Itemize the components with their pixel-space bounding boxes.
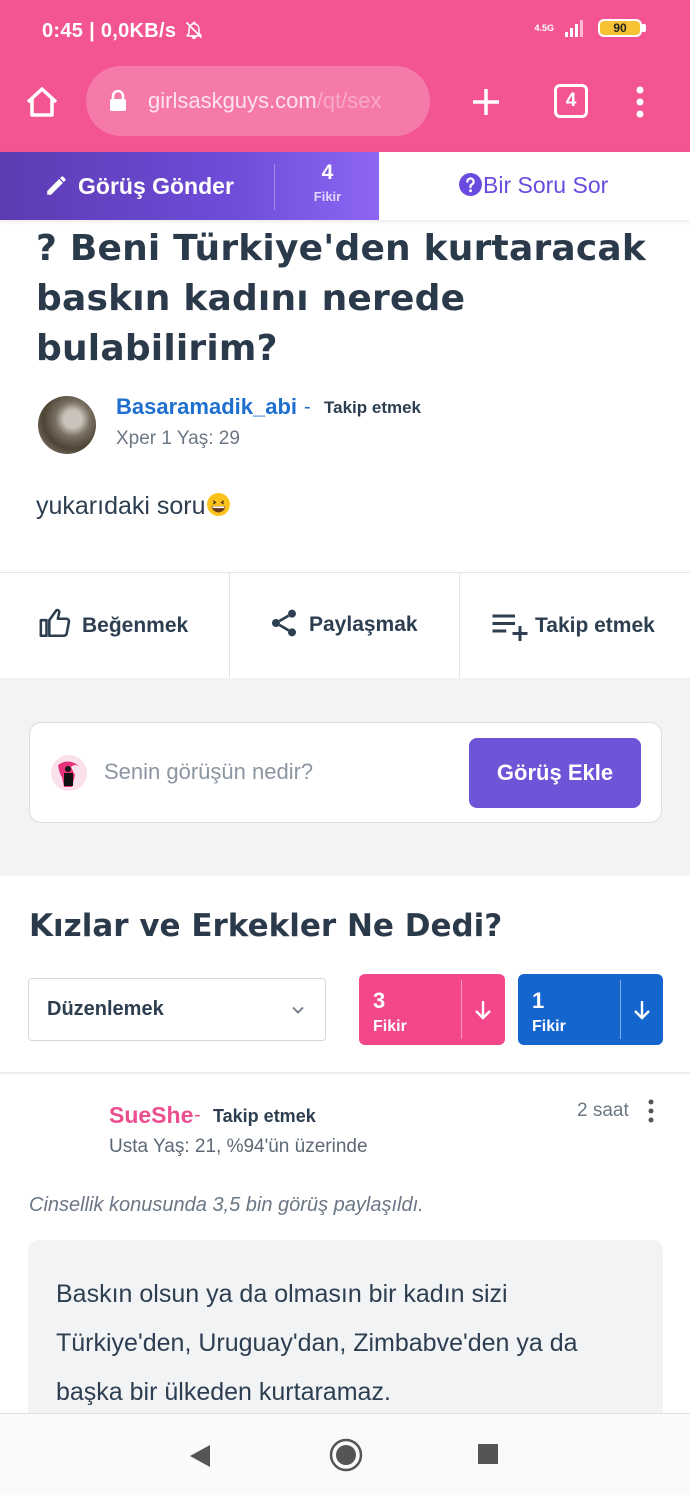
answer-timestamp: 2 saat — [577, 1100, 629, 1121]
girls-count-label: Fikir — [373, 1018, 407, 1035]
answer-author-meta: Usta Yaş: 21, %94'ün üzerinde — [109, 1136, 368, 1157]
guys-count: 1 — [532, 988, 545, 1013]
pencil-icon — [47, 176, 66, 195]
author-dash: - — [304, 396, 311, 418]
home-icon[interactable] — [22, 82, 62, 122]
share-button[interactable]: Paylaşmak — [230, 573, 459, 678]
follow-answer-author-link[interactable]: Takip etmek — [213, 1106, 316, 1127]
follow-question-button[interactable]: Takip etmek — [460, 573, 690, 678]
bell-off-icon — [186, 21, 203, 40]
question-title: ? Beni Türkiye'den kurtaracak baskın kad… — [36, 228, 647, 369]
guys-opinion-filter[interactable]: 1 Fikir — [518, 974, 663, 1045]
new-tab-icon[interactable] — [466, 82, 506, 122]
author-meta: Xper 1 Yaş: 29 — [116, 428, 240, 449]
lock-icon — [110, 90, 126, 111]
url-domain: girlsaskguys.com — [148, 88, 317, 113]
answer-text: Baskın olsun ya da olmasın bir kadın siz… — [56, 1280, 578, 1406]
question-body: yukarıdaki soru — [36, 492, 206, 520]
answers-section-title: Kızlar ve Erkekler Ne Dedi? — [29, 908, 503, 944]
status-bar: 0:45 | 0,0KB/s 4.5G 90 — [0, 0, 690, 62]
recent-apps-icon[interactable] — [478, 1444, 498, 1464]
arrow-down-icon — [475, 1001, 491, 1020]
chevron-down-icon — [292, 1006, 304, 1014]
opinion-count-label: Fikir — [313, 189, 342, 204]
answer-author-stat: Cinsellik konusunda 3,5 bin görüş paylaş… — [29, 1194, 424, 1216]
share-icon — [272, 609, 296, 637]
question-circle-icon — [459, 173, 482, 196]
like-button[interactable]: Beğenmek — [0, 573, 229, 678]
url-row: girlsaskguys.com/qt/sex 4 — [0, 62, 690, 142]
author-avatar[interactable] — [38, 396, 96, 454]
guys-count-label: Fikir — [532, 1018, 566, 1035]
section-divider — [0, 1072, 690, 1074]
more-vert-icon[interactable] — [644, 1098, 658, 1124]
thumbs-up-icon — [39, 608, 71, 638]
follow-author-link[interactable]: Takip etmek — [324, 398, 421, 418]
add-opinion-button[interactable]: Görüş Ekle — [469, 738, 641, 808]
more-vert-icon[interactable] — [628, 82, 652, 122]
arrow-down-icon — [634, 1001, 650, 1020]
like-label: Beğenmek — [82, 614, 189, 637]
playlist-add-icon — [492, 614, 528, 641]
tab-count-button[interactable]: 4 — [554, 84, 588, 118]
author-name[interactable]: Basaramadik_abi — [116, 394, 297, 420]
url-path: /qt/sex — [316, 88, 382, 113]
status-time: 0:45 | 0,0KB/s — [42, 20, 177, 42]
share-label: Paylaşmak — [309, 613, 418, 636]
send-opinion-label: Görüş Gönder — [78, 173, 234, 199]
send-opinion-button[interactable]: Görüş Gönder 4 Fikir — [0, 152, 379, 220]
answer-author-dash: - — [194, 1104, 201, 1126]
girls-opinion-filter[interactable]: 3 Fikir — [359, 974, 505, 1045]
system-nav-bar — [0, 1413, 690, 1495]
sort-dropdown-label: Düzenlemek — [47, 998, 164, 1020]
question-actions: Beğenmek Paylaşmak Takip etmek — [0, 572, 690, 678]
signal-icon — [565, 20, 583, 37]
opinion-count: 4 — [321, 161, 334, 184]
ask-question-button[interactable]: Bir Soru Sor — [379, 152, 690, 220]
girls-count: 3 — [373, 988, 386, 1013]
browser-chrome: 0:45 | 0,0KB/s 4.5G 90 girlsaskguys.com/… — [0, 0, 690, 152]
grinning-emoji-icon — [206, 493, 230, 516]
sticky-action-bar: Görüş Gönder 4 Fikir Bir Soru Sor — [0, 152, 690, 220]
address-bar[interactable]: girlsaskguys.com/qt/sex — [86, 66, 430, 136]
back-icon[interactable] — [188, 1443, 212, 1469]
user-avatar — [51, 755, 87, 791]
opinion-card: Senin görüşün nedir? Görüş Ekle — [29, 722, 662, 823]
battery-icon: 90 — [598, 18, 648, 38]
ask-question-label: Bir Soru Sor — [483, 172, 609, 198]
answer-card: Baskın olsun ya da olmasın bir kadın siz… — [28, 1240, 663, 1440]
user-avatar-icon — [51, 755, 87, 791]
answer-author-name[interactable]: SueShe — [109, 1102, 193, 1129]
sort-dropdown[interactable]: Düzenlemek — [28, 978, 326, 1041]
follow-question-label: Takip etmek — [535, 614, 655, 637]
home-circle-icon[interactable] — [329, 1438, 363, 1472]
network-type: 4.5G — [534, 22, 554, 33]
opinion-input[interactable]: Senin görüşün nedir? — [104, 759, 313, 785]
